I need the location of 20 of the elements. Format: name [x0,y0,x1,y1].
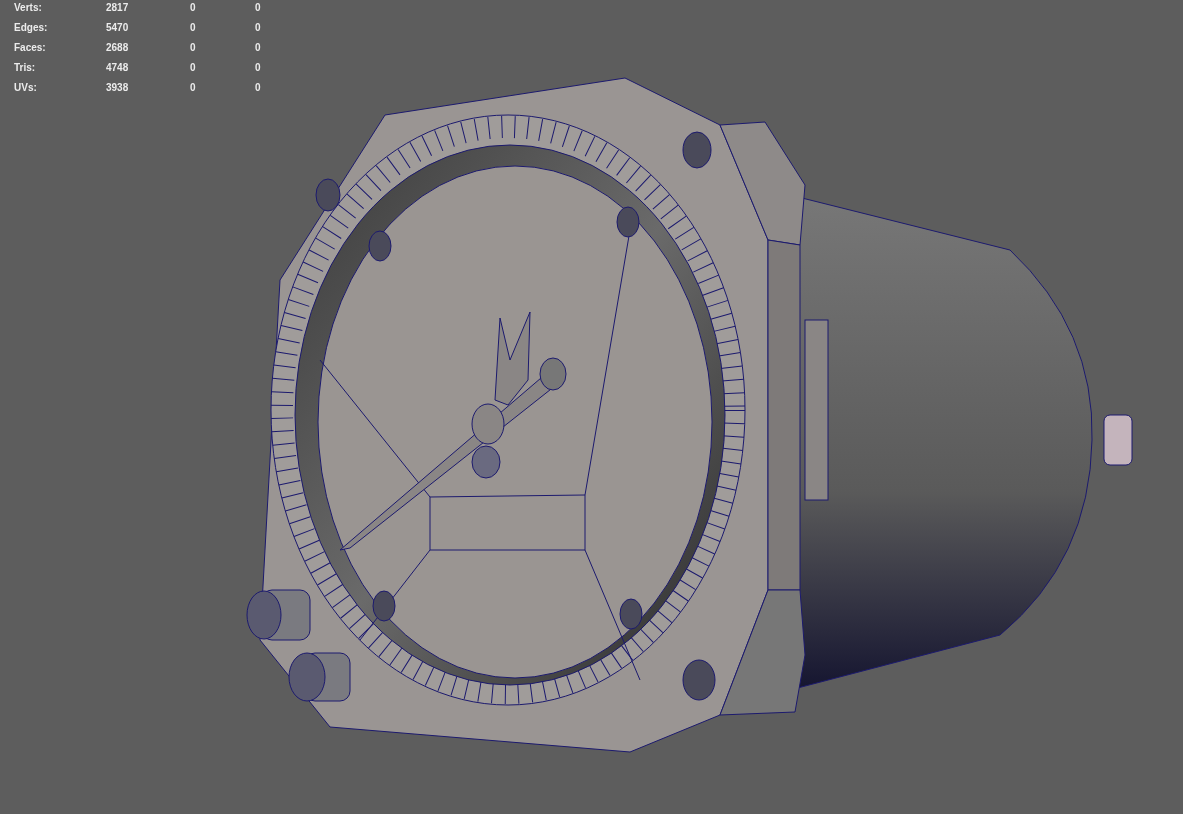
stat-value: 2817 [106,1,130,15]
stat-value: 0 [255,21,262,35]
stat-label: Edges: [14,21,49,35]
stat-label: UVs: [14,81,38,95]
stat-value: 0 [255,61,262,75]
stat-value: 2688 [106,41,130,55]
stat-value: 0 [255,41,262,55]
stat-value: 0 [190,1,197,15]
stat-value: 4748 [106,61,130,75]
stat-value: 0 [255,81,262,95]
stat-value: 5470 [106,21,130,35]
stat-value: 0 [190,81,197,95]
stat-value: 0 [255,1,262,15]
stat-value: 3938 [106,81,130,95]
stat-label: Verts: [14,1,43,15]
stat-label: Tris: [14,61,37,75]
stat-value: 0 [190,21,197,35]
stat-label: Faces: [14,41,47,55]
stat-value: 0 [190,61,197,75]
stat-value: 0 [190,41,197,55]
